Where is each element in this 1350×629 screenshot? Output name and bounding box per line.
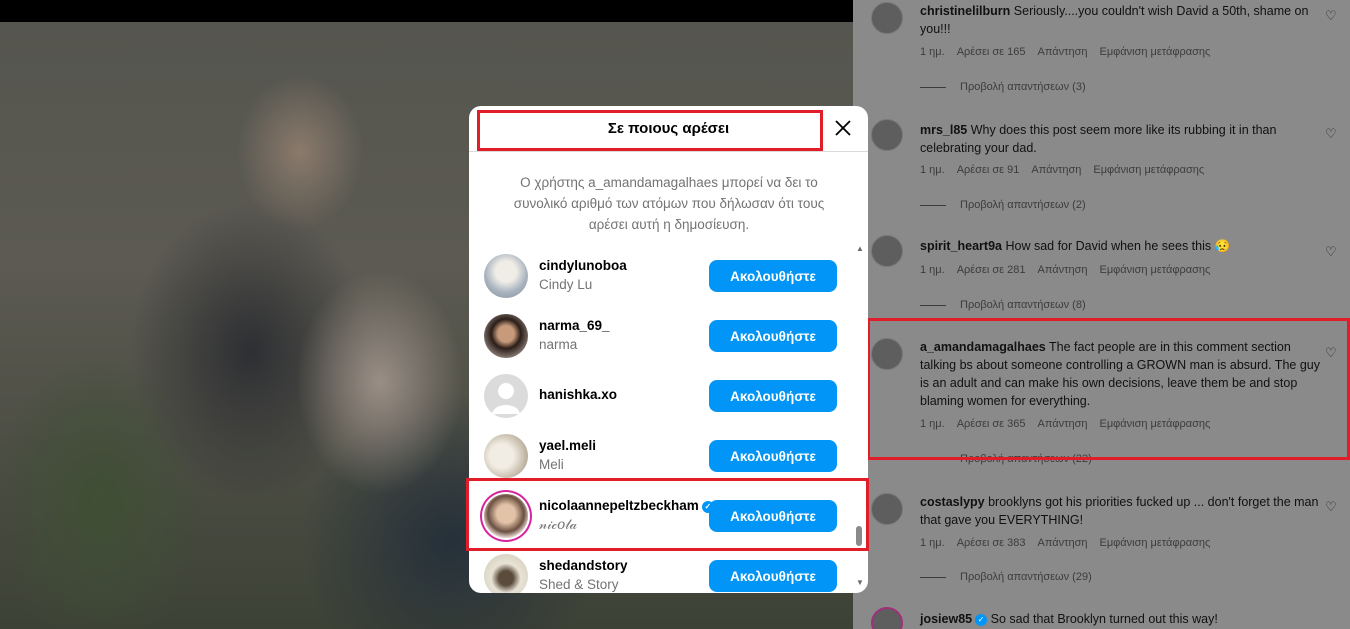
comment-username[interactable]: mrs_l85	[920, 123, 967, 137]
heart-icon[interactable]: ♡	[1325, 8, 1337, 24]
comment-meta: 1 ημ. Αρέσει σε 383 Απάντηση Εμφάνιση μετάφ…	[920, 537, 1222, 549]
view-replies-button[interactable]: Προβολή απαντήσεων (3)	[920, 81, 1086, 93]
comment-likes[interactable]: Αρέσει σε 165	[957, 46, 1026, 58]
view-replies-button[interactable]: Προβολή απαντήσεων (8)	[920, 299, 1086, 311]
follow-button[interactable]: Ακολουθήστε	[709, 380, 837, 412]
reply-button[interactable]: Απάντηση	[1037, 537, 1087, 549]
display-name: Shed & Story	[539, 577, 619, 592]
comment-meta: 1 ημ. Αρέσει σε 281 Απάντηση Εμφάνιση μετάφ…	[920, 264, 1222, 276]
avatar[interactable]	[484, 254, 528, 298]
username-link[interactable]: yael.meli	[539, 438, 596, 453]
comment-likes[interactable]: Αρέσει σε 383	[957, 537, 1026, 549]
comment-time[interactable]: 1 ημ.	[920, 46, 945, 58]
list-item: shedandstory Shed & Story Ακολουθήστε	[469, 546, 854, 593]
follow-button[interactable]: Ακολουθήστε	[709, 560, 837, 592]
list-item: yael.meli Meli Ακολουθήστε	[469, 426, 854, 486]
privacy-note: Ο χρήστης a_amandamagalhaes μπορεί να δε…	[513, 175, 825, 232]
comment-meta: 1 ημ. Αρέσει σε 165 Απάντηση Εμφάνιση μετάφ…	[920, 46, 1222, 58]
scroll-down-arrow-icon[interactable]: ▼	[856, 578, 864, 587]
comment-time[interactable]: 1 ημ.	[920, 537, 945, 549]
list-item: hanishka.xo Ακολουθήστε	[469, 366, 854, 426]
reply-button[interactable]: Απάντηση	[1037, 46, 1087, 58]
scroll-up-arrow-icon[interactable]: ▲	[856, 244, 864, 253]
avatar[interactable]	[871, 2, 903, 34]
comment-text: Why does this post seem more like its ru…	[920, 123, 1277, 155]
comment-meta: 1 ημ. Αρέσει σε 91 Απάντηση Εμφάνιση μετάφρ…	[920, 164, 1216, 176]
comment-username[interactable]: costaslypy	[920, 495, 985, 509]
highlight-box-user	[466, 478, 869, 551]
comment-likes[interactable]: Αρέσει σε 91	[957, 164, 1020, 176]
comment-time[interactable]: 1 ημ.	[920, 164, 945, 176]
avatar[interactable]	[484, 374, 528, 418]
comment-username[interactable]: josiew85	[920, 612, 972, 626]
verified-badge-icon: ✓	[975, 614, 988, 626]
follow-button[interactable]: Ακολουθήστε	[709, 440, 837, 472]
avatar[interactable]	[871, 607, 903, 629]
highlight-box-comment	[867, 318, 1350, 460]
comment-text: How sad for David when he sees this 😥	[1005, 239, 1231, 253]
avatar[interactable]	[484, 314, 528, 358]
username-link[interactable]: cindylunoboa	[539, 258, 627, 273]
default-avatar-icon	[492, 383, 520, 414]
list-item: narma_69_ narma Ακολουθήστε	[469, 306, 854, 366]
reply-button[interactable]: Απάντηση	[1031, 164, 1081, 176]
username-link[interactable]: shedandstory	[539, 558, 628, 573]
translate-button[interactable]: Εμφάνιση μετάφρασης	[1099, 46, 1210, 58]
view-replies-button[interactable]: Προβολή απαντήσεων (29)	[920, 571, 1092, 583]
follow-button[interactable]: Ακολουθήστε	[709, 320, 837, 352]
follow-button[interactable]: Ακολουθήστε	[709, 260, 837, 292]
comments-panel: christinelilburn Seriously....you couldn…	[853, 0, 1350, 629]
display-name: narma	[539, 337, 578, 352]
view-replies-button[interactable]: Προβολή απαντήσεων (2)	[920, 199, 1086, 211]
heart-icon[interactable]: ♡	[1325, 499, 1337, 515]
avatar[interactable]	[871, 493, 903, 525]
display-name: Meli	[539, 457, 564, 472]
photo-top-bar	[0, 0, 853, 22]
heart-icon[interactable]: ♡	[1325, 244, 1337, 260]
list-item: cindylunoboa Cindy Lu Ακολουθήστε	[469, 246, 854, 306]
heart-icon[interactable]: ♡	[1325, 126, 1337, 142]
username-link[interactable]: hanishka.xo	[539, 387, 617, 402]
reply-button[interactable]: Απάντηση	[1037, 264, 1087, 276]
avatar[interactable]	[871, 235, 903, 267]
close-icon[interactable]	[832, 117, 854, 139]
comment-username[interactable]: spirit_heart9a	[920, 239, 1002, 253]
display-name: Cindy Lu	[539, 277, 593, 292]
comment-likes[interactable]: Αρέσει σε 281	[957, 264, 1026, 276]
translate-button[interactable]: Εμφάνιση μετάφρασης	[1093, 164, 1204, 176]
comment-text: So sad that Brooklyn turned out this way…	[990, 612, 1218, 626]
comment-username[interactable]: christinelilburn	[920, 4, 1010, 18]
translate-button[interactable]: Εμφάνιση μετάφρασης	[1099, 537, 1210, 549]
avatar[interactable]	[484, 554, 528, 593]
highlight-box-title	[477, 110, 823, 151]
avatar[interactable]	[484, 434, 528, 478]
avatar[interactable]	[871, 119, 903, 151]
username-link[interactable]: narma_69_	[539, 318, 610, 333]
translate-button[interactable]: Εμφάνιση μετάφρασης	[1099, 264, 1210, 276]
comment-time[interactable]: 1 ημ.	[920, 264, 945, 276]
